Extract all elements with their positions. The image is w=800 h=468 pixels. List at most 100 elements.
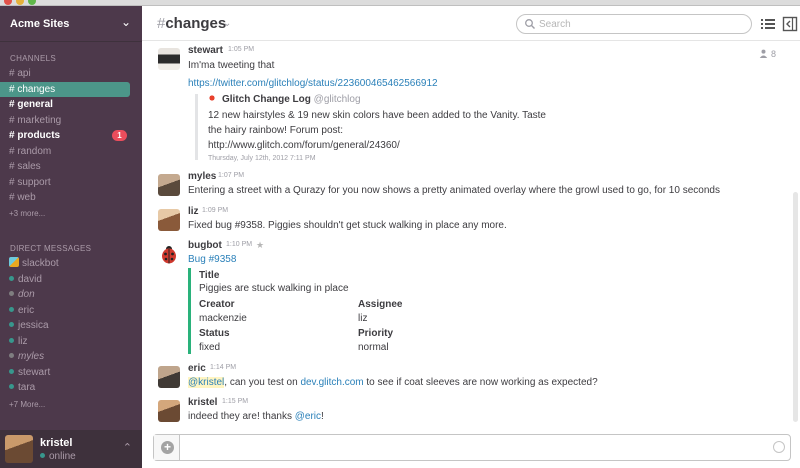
direct-messages-heading[interactable]: DIRECT MESSAGES bbox=[10, 244, 91, 253]
message-time[interactable]: 1:07 PM bbox=[218, 172, 244, 179]
message-time[interactable]: 1:05 PM bbox=[228, 46, 254, 53]
sidebar-channel-support[interactable]: # support bbox=[0, 175, 130, 190]
members-icon bbox=[760, 49, 768, 58]
message-time[interactable]: 1:10 PM bbox=[226, 241, 252, 248]
search-icon bbox=[525, 19, 535, 29]
minimize-window-icon[interactable] bbox=[16, 0, 24, 5]
message-author[interactable]: kristel bbox=[188, 397, 217, 408]
message-text-part: , can you test on bbox=[224, 377, 301, 388]
avatar[interactable] bbox=[158, 400, 180, 422]
sidebar-channel-random[interactable]: # random bbox=[0, 144, 130, 159]
message-link[interactable]: dev.glitch.com bbox=[300, 377, 363, 388]
star-icon[interactable]: ★ bbox=[256, 240, 264, 251]
current-user-menu[interactable]: kristel online ⌃ bbox=[0, 430, 142, 468]
dm-name: stewart bbox=[18, 367, 51, 378]
dm-stewart[interactable]: stewart bbox=[0, 365, 140, 380]
dm-name: myles bbox=[18, 351, 45, 362]
sidebar-channel-products[interactable]: # products 1 bbox=[0, 128, 130, 143]
member-count-value: 8 bbox=[770, 49, 776, 59]
dm-jessica[interactable]: jessica bbox=[0, 318, 140, 333]
glitch-logo-icon bbox=[208, 94, 216, 102]
presence-dot bbox=[9, 369, 14, 374]
current-user-status: online bbox=[40, 451, 76, 462]
message-text-part: to see if coat sleeves are now working a… bbox=[363, 377, 598, 388]
message-author[interactable]: bugbot bbox=[188, 240, 222, 251]
emoji-icon[interactable] bbox=[773, 441, 785, 453]
message-time[interactable]: 1:14 PM bbox=[210, 364, 236, 371]
chevron-down-icon[interactable]: ⌄ bbox=[223, 18, 231, 29]
sidebar-channel-sales[interactable]: # sales bbox=[0, 159, 130, 174]
channels-heading[interactable]: CHANNELS bbox=[10, 54, 56, 63]
dm-myles[interactable]: myles bbox=[0, 349, 140, 364]
avatar[interactable] bbox=[158, 209, 180, 231]
message-list[interactable]: stewart 1:05 PM 8 Im'ma tweeting that ht… bbox=[142, 42, 800, 431]
message-time[interactable]: 1:09 PM bbox=[202, 207, 228, 214]
sidebar-toggle-icon[interactable] bbox=[782, 16, 798, 32]
user-mention[interactable]: @eric bbox=[295, 411, 321, 422]
user-mention[interactable]: @kristel bbox=[188, 377, 225, 388]
dm-david[interactable]: david bbox=[0, 272, 140, 287]
member-count[interactable]: 8 bbox=[759, 49, 776, 59]
message-text: @kristel, can you test on dev.glitch.com… bbox=[188, 377, 598, 388]
unread-badge: 1 bbox=[112, 130, 127, 141]
avatar[interactable] bbox=[158, 366, 180, 388]
field-priority-label: Priority bbox=[358, 328, 394, 339]
ladybug-icon[interactable] bbox=[158, 243, 180, 265]
field-title-label: Title bbox=[199, 270, 220, 281]
team-name: Acme Sites bbox=[10, 18, 70, 30]
dm-tara[interactable]: tara bbox=[0, 380, 140, 395]
presence-dot bbox=[9, 384, 14, 389]
avatar[interactable] bbox=[158, 174, 180, 196]
dm-name: liz bbox=[18, 336, 28, 347]
dm-eric[interactable]: eric bbox=[0, 303, 140, 318]
attachment-link[interactable]: http://www.glitch.com/forum/general/2436… bbox=[208, 140, 400, 151]
search-placeholder: Search bbox=[539, 19, 571, 30]
attachment-text-line: the hairy rainbow! Forum post: bbox=[208, 125, 344, 136]
dm-don[interactable]: don bbox=[0, 287, 140, 302]
team-menu[interactable]: Acme Sites ⌄ bbox=[0, 6, 142, 42]
field-assignee-value: liz bbox=[358, 313, 368, 324]
message-text-part: indeed they are! thanks bbox=[188, 411, 295, 422]
dm-name: don bbox=[18, 289, 35, 300]
dm-name: jessica bbox=[18, 320, 49, 331]
upload-button[interactable]: + bbox=[154, 435, 180, 460]
chevron-up-icon[interactable]: ⌃ bbox=[123, 441, 132, 454]
sidebar-channel-web[interactable]: # web bbox=[0, 190, 130, 205]
message-text: Im'ma tweeting that bbox=[188, 60, 275, 71]
search-input[interactable]: Search bbox=[516, 14, 752, 34]
sidebar-channel-api[interactable]: # api bbox=[0, 66, 130, 81]
dm-slackbot[interactable]: slackbot bbox=[0, 256, 140, 271]
field-status-value: fixed bbox=[199, 342, 221, 353]
message-input[interactable]: + bbox=[153, 434, 791, 461]
more-channels-link[interactable]: +3 more... bbox=[9, 209, 45, 218]
sidebar-channel-marketing[interactable]: # marketing bbox=[0, 113, 130, 128]
zoom-window-icon[interactable] bbox=[28, 0, 36, 5]
bug-link[interactable]: Bug #9358 bbox=[188, 254, 236, 265]
field-creator-label: Creator bbox=[199, 299, 235, 310]
avatar[interactable] bbox=[5, 435, 33, 463]
sidebar: Acme Sites ⌄ CHANNELS # api # changes # … bbox=[0, 6, 142, 468]
channel-title[interactable]: #changes bbox=[157, 15, 226, 32]
message-author[interactable]: stewart bbox=[188, 45, 223, 56]
channel-list-icon[interactable] bbox=[760, 16, 776, 32]
message-author[interactable]: myles bbox=[188, 171, 216, 182]
message: kristel 1:15 PM indeed they are! thanks … bbox=[142, 397, 792, 425]
attachment-date: Thursday, July 12th, 2012 7:11 PM bbox=[208, 155, 316, 162]
message-text-part: ! bbox=[321, 411, 324, 422]
avatar[interactable] bbox=[158, 48, 180, 70]
message-time[interactable]: 1:15 PM bbox=[222, 398, 248, 405]
close-window-icon[interactable] bbox=[4, 0, 12, 5]
sidebar-channel-changes[interactable]: # changes bbox=[0, 82, 130, 97]
attachment-source[interactable]: Glitch Change Log @glitchlog bbox=[208, 94, 361, 105]
message-author[interactable]: eric bbox=[188, 363, 206, 374]
more-dms-link[interactable]: +7 More... bbox=[9, 400, 45, 409]
scrollbar[interactable] bbox=[793, 192, 798, 422]
sidebar-channel-general[interactable]: # general bbox=[0, 97, 130, 112]
dm-liz[interactable]: liz bbox=[0, 334, 140, 349]
presence-dot bbox=[9, 322, 14, 327]
attachment-source-handle: @glitchlog bbox=[313, 94, 361, 105]
message-author[interactable]: liz bbox=[188, 206, 199, 217]
message-link[interactable]: https://twitter.com/glitchlog/status/223… bbox=[188, 78, 438, 89]
presence-dot bbox=[9, 307, 14, 312]
chevron-down-icon[interactable]: ⌄ bbox=[121, 15, 131, 29]
